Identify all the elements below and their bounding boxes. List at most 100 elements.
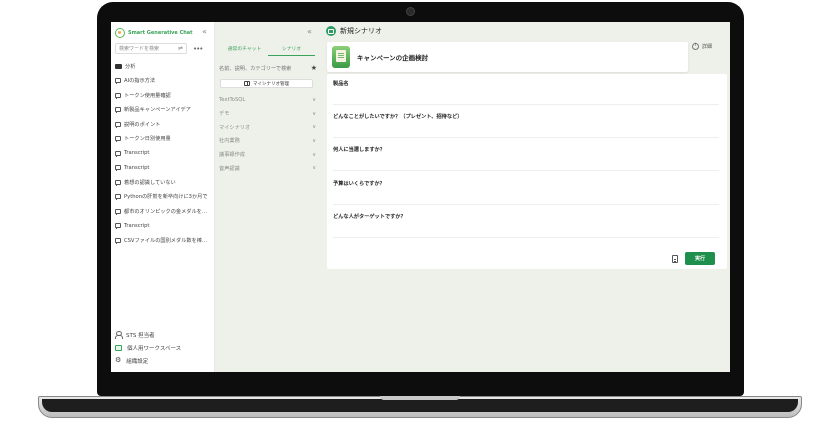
page-title-text: 新規シナリオ	[340, 27, 382, 35]
category-label: 社内業務	[219, 138, 240, 145]
field-label: どんなことがしたいですか？（プレゼント、招待など）	[333, 114, 463, 120]
folder-icon	[115, 63, 122, 69]
list-item-label: Transcript	[124, 164, 150, 171]
laptop-base-shadow	[42, 399, 798, 412]
chevron-down-icon: ∨	[312, 137, 316, 144]
list-item-label: トークン日別使用量	[124, 136, 171, 143]
user-icon	[115, 331, 123, 339]
category-label: マイシナリオ	[219, 124, 251, 131]
list-item[interactable]: 都市のオリンピックの金メダルを…	[115, 204, 213, 219]
chat-bubble-icon	[115, 208, 121, 215]
list-item[interactable]: 説明のポイント	[115, 117, 213, 132]
sidebar: Smart Generative Chat « 検索ワードを検索 ⇌ ••• 分…	[111, 22, 215, 372]
gear-icon: ⚙	[115, 356, 122, 364]
goal-input[interactable]	[333, 124, 719, 138]
list-item[interactable]: Transcript	[115, 161, 213, 176]
detail-button[interactable]: i 詳細	[692, 43, 712, 50]
category-item[interactable]: 議事録作成 ∨	[219, 148, 316, 162]
app-screen: Smart Generative Chat « 検索ワードを検索 ⇌ ••• 分…	[111, 22, 730, 372]
product-name-input[interactable]	[333, 91, 719, 105]
user-name: STS 担当者	[126, 332, 155, 339]
attach-file-icon[interactable]	[672, 254, 678, 263]
list-item-label: 着想の認識していない	[124, 179, 176, 186]
chevron-down-icon: ∨	[312, 124, 316, 131]
workspace-selector[interactable]: 個人用ワークスペース	[115, 341, 213, 354]
tab-normal-chat[interactable]: 通常のチャット	[221, 45, 268, 56]
category-item[interactable]: 音声認識 ∨	[219, 161, 316, 175]
list-item[interactable]: Transcript	[115, 146, 213, 161]
user-menu[interactable]: STS 担当者	[115, 328, 213, 341]
field-label: 予算はいくらですか？	[333, 181, 385, 187]
form-field: 何人に当選しますか？	[333, 146, 719, 171]
tab-scenario[interactable]: シナリオ	[268, 45, 315, 56]
list-item[interactable]: 着想の認識していない	[115, 175, 213, 190]
folder-item[interactable]: 分析	[115, 59, 213, 74]
book-icon	[244, 81, 250, 86]
category-label: デモ	[219, 111, 230, 118]
category-item[interactable]: デモ ∨	[219, 107, 316, 121]
field-label: 何人に当選しますか？	[333, 147, 385, 153]
main-content: 新規シナリオ キャンペーンの企画検討 i 詳細 製品名 どんなことがしたいですか…	[320, 22, 730, 372]
list-item[interactable]: トークン日別使用量	[115, 132, 213, 147]
form-field: 予算はいくらですか？	[333, 180, 719, 205]
collapse-sidebar-icon[interactable]: «	[202, 28, 207, 36]
run-button[interactable]: 実行	[685, 252, 715, 265]
brand[interactable]: Smart Generative Chat	[115, 28, 193, 38]
laptop-notch	[380, 396, 460, 400]
detail-label: 詳細	[702, 44, 713, 50]
winners-count-input[interactable]	[333, 157, 719, 171]
chat-bubble-icon	[115, 136, 121, 143]
info-icon: i	[692, 43, 699, 50]
target-audience-input[interactable]	[333, 224, 719, 238]
list-item[interactable]: 新製品キャンペーンアイデア	[115, 103, 213, 118]
chat-bubble-icon	[115, 165, 121, 172]
category-item[interactable]: TextToSQL ∨	[219, 93, 316, 107]
list-item[interactable]: AIの指示方法	[115, 74, 213, 89]
form-field: どんなことがしたいですか？（プレゼント、招待など）	[333, 113, 719, 138]
sidebar-search-input[interactable]: 検索ワードを検索 ⇌	[115, 43, 187, 54]
my-scenario-label: マイシナリオ管理	[253, 81, 289, 87]
collapse-panel-icon[interactable]: «	[307, 28, 312, 36]
brand-name: Smart Generative Chat	[128, 30, 193, 36]
category-label: 議事録作成	[219, 152, 245, 159]
category-label: TextToSQL	[219, 96, 246, 103]
form-field: 製品名	[333, 80, 719, 105]
brand-logo-icon	[115, 28, 125, 38]
list-item[interactable]: Transcript	[115, 219, 213, 234]
chat-bubble-icon	[115, 223, 121, 230]
submit-row: 実行	[672, 252, 715, 265]
filter-icon[interactable]: ⇌	[178, 45, 183, 52]
my-scenario-button[interactable]: マイシナリオ管理	[220, 79, 313, 88]
camera-icon	[406, 7, 415, 16]
document-icon	[332, 46, 350, 68]
chevron-down-icon: ∨	[312, 165, 316, 172]
workspace-name: 個人用ワークスペース	[127, 345, 182, 352]
category-list: TextToSQL ∨ デモ ∨ マイシナリオ ∨ 社内業務 ∨ 議事録作成 ∨ 音声認識…	[219, 93, 316, 175]
folder-label: 分析	[125, 63, 136, 70]
scenario-form: 製品名 どんなことがしたいですか？（プレゼント、招待など） 何人に当選しますか？…	[327, 74, 727, 269]
list-item[interactable]: トークン使用量確認	[115, 88, 213, 103]
org-settings[interactable]: ⚙ 組織設定	[115, 354, 213, 367]
field-label: どんな人がターゲットですか？	[333, 214, 406, 220]
sidebar-search-placeholder: 検索ワードを検索	[119, 46, 160, 52]
scenario-search-input[interactable]: 名前、説明、カテゴリーで検索 ★	[219, 64, 317, 72]
more-options-icon[interactable]: •••	[193, 45, 203, 53]
list-item-label: Pythonの肝煎を新卒向けに3か月で	[124, 194, 208, 201]
budget-input[interactable]	[333, 191, 719, 205]
field-label: 製品名	[333, 81, 349, 87]
list-item-label: AIの指示方法	[124, 78, 156, 85]
page-title: 新規シナリオ	[326, 26, 382, 36]
list-item[interactable]: CSVファイルの国別メダル数を棒…	[115, 233, 213, 248]
chat-history-list: 分析 AIの指示方法 トークン使用量確認 新製品キャンペーンアイデア 説明のポイ…	[115, 59, 213, 248]
category-item[interactable]: 社内業務 ∨	[219, 134, 316, 148]
chat-bubble-icon	[115, 121, 121, 128]
list-item[interactable]: Pythonの肝煎を新卒向けに3か月で	[115, 190, 213, 205]
list-item-label: 都市のオリンピックの金メダルを…	[124, 208, 208, 215]
category-item[interactable]: マイシナリオ ∨	[219, 120, 316, 134]
list-item-label: トークン使用量確認	[124, 92, 171, 99]
panel-tabs: 通常のチャット シナリオ	[221, 45, 315, 56]
star-icon[interactable]: ★	[311, 64, 317, 72]
chat-bubble-icon	[115, 237, 121, 244]
chat-bubble-icon	[115, 78, 121, 85]
chat-bubble-icon	[115, 150, 121, 157]
